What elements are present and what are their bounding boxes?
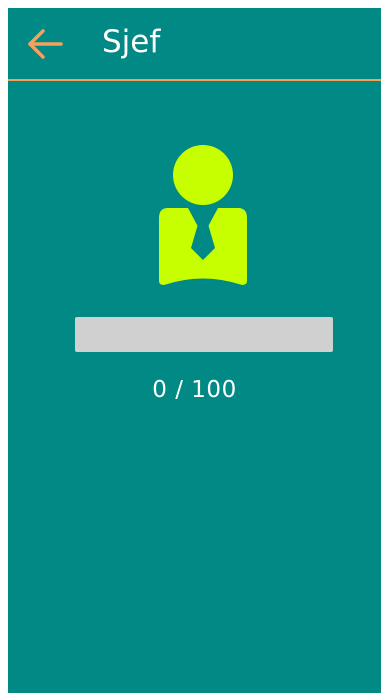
boss-person-icon <box>159 145 247 285</box>
progress-count: 0 / 100 <box>8 377 381 403</box>
progress-max: 100 <box>191 377 237 403</box>
app-header: Sjef <box>8 8 381 81</box>
progress-separator: / <box>167 377 192 403</box>
app-screen: Sjef 0 / 100 <box>8 8 381 693</box>
page-title: Sjef <box>102 24 161 60</box>
progress-bar <box>75 317 333 352</box>
back-button[interactable] <box>24 23 66 65</box>
progress-current: 0 <box>152 377 168 403</box>
arrow-left-icon <box>28 29 63 59</box>
